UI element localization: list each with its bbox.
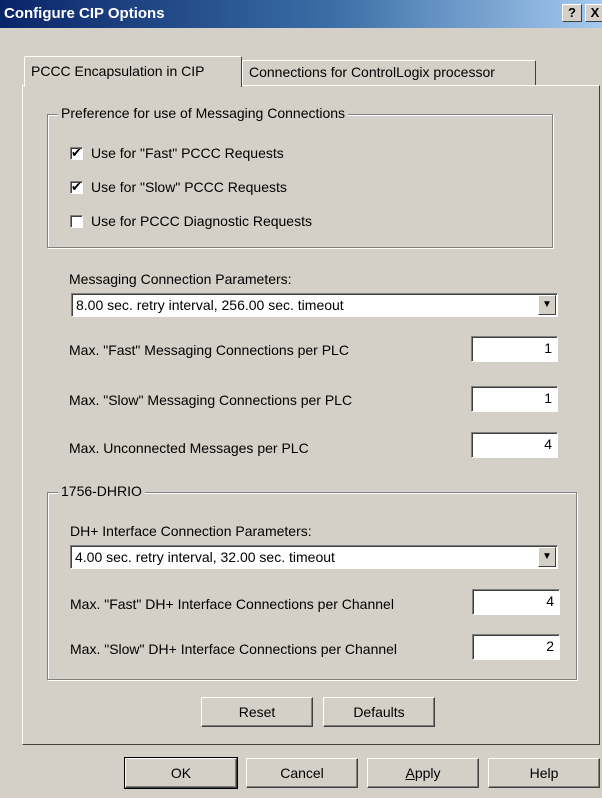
dhrio-group-legend: 1756-DHRIO xyxy=(58,483,145,499)
chevron-down-icon[interactable]: ▼ xyxy=(538,295,556,315)
max-slow-dh-input[interactable]: 2 xyxy=(472,634,560,660)
dh-params-label: DH+ Interface Connection Parameters: xyxy=(70,523,312,539)
apply-mnemonic: A xyxy=(405,765,415,781)
cancel-button[interactable]: Cancel xyxy=(246,758,358,788)
messaging-params-value: 8.00 sec. retry interval, 256.00 sec. ti… xyxy=(76,297,344,313)
fast-pccc-checkbox[interactable]: ✔ xyxy=(70,145,83,160)
close-button[interactable]: X xyxy=(585,4,602,22)
reset-button[interactable]: Reset xyxy=(201,697,313,727)
diagnostic-pccc-checkbox-row[interactable]: Use for PCCC Diagnostic Requests xyxy=(70,213,312,229)
ok-button[interactable]: OK xyxy=(124,757,238,789)
max-fast-messaging-label: Max. "Fast" Messaging Connections per PL… xyxy=(69,342,349,358)
checkmark-icon: ✔ xyxy=(71,145,82,160)
max-slow-messaging-label: Max. "Slow" Messaging Connections per PL… xyxy=(69,392,353,408)
max-unconnected-label: Max. Unconnected Messages per PLC xyxy=(69,440,309,456)
max-fast-dh-input[interactable]: 4 xyxy=(472,589,560,615)
apply-button[interactable]: Apply xyxy=(367,758,479,788)
tab-panel: Preference for use of Messaging Connecti… xyxy=(22,85,600,745)
max-slow-dh-label: Max. "Slow" DH+ Interface Connections pe… xyxy=(70,641,398,657)
diagnostic-pccc-checkbox[interactable] xyxy=(70,215,83,228)
tab-pccc-encapsulation-label: PCCC Encapsulation in CIP xyxy=(31,63,205,79)
help-dialog-button[interactable]: Help xyxy=(488,758,600,788)
dhrio-group: 1756-DHRIO DH+ Interface Connection Para… xyxy=(47,483,577,680)
fast-pccc-label: Use for "Fast" PCCC Requests xyxy=(91,145,284,161)
messaging-params-label: Messaging Connection Parameters: xyxy=(69,271,292,287)
diagnostic-pccc-label: Use for PCCC Diagnostic Requests xyxy=(91,213,312,229)
window-title: Configure CIP Options xyxy=(4,5,165,22)
tab-controllogix-connections-label: Connections for ControlLogix processor xyxy=(249,64,495,80)
dh-params-select[interactable]: 4.00 sec. retry interval, 32.00 sec. tim… xyxy=(70,545,558,569)
checkmark-icon: ✔ xyxy=(71,179,82,194)
apply-label-rest: pply xyxy=(414,765,441,781)
slow-pccc-checkbox[interactable]: ✔ xyxy=(70,179,83,194)
fast-pccc-checkbox-row[interactable]: ✔ Use for "Fast" PCCC Requests xyxy=(70,145,284,161)
tab-pccc-encapsulation[interactable]: PCCC Encapsulation in CIP xyxy=(24,56,242,87)
messaging-params-select[interactable]: 8.00 sec. retry interval, 256.00 sec. ti… xyxy=(71,293,558,317)
preference-group: Preference for use of Messaging Connecti… xyxy=(47,105,553,248)
preference-group-legend: Preference for use of Messaging Connecti… xyxy=(58,105,349,121)
slow-pccc-label: Use for "Slow" PCCC Requests xyxy=(91,179,287,195)
chevron-down-icon[interactable]: ▼ xyxy=(538,547,556,567)
max-fast-messaging-input[interactable]: 1 xyxy=(471,336,558,362)
slow-pccc-checkbox-row[interactable]: ✔ Use for "Slow" PCCC Requests xyxy=(70,179,287,195)
max-slow-messaging-input[interactable]: 1 xyxy=(471,386,558,412)
help-button[interactable]: ? xyxy=(562,4,582,22)
dh-params-value: 4.00 sec. retry interval, 32.00 sec. tim… xyxy=(75,549,335,565)
max-unconnected-input[interactable]: 4 xyxy=(471,432,558,458)
title-bar: Configure CIP Options ? X xyxy=(0,0,602,28)
defaults-button[interactable]: Defaults xyxy=(323,697,435,727)
tab-controllogix-connections[interactable]: Connections for ControlLogix processor xyxy=(242,60,536,86)
max-fast-dh-label: Max. "Fast" DH+ Interface Connections pe… xyxy=(70,596,394,612)
